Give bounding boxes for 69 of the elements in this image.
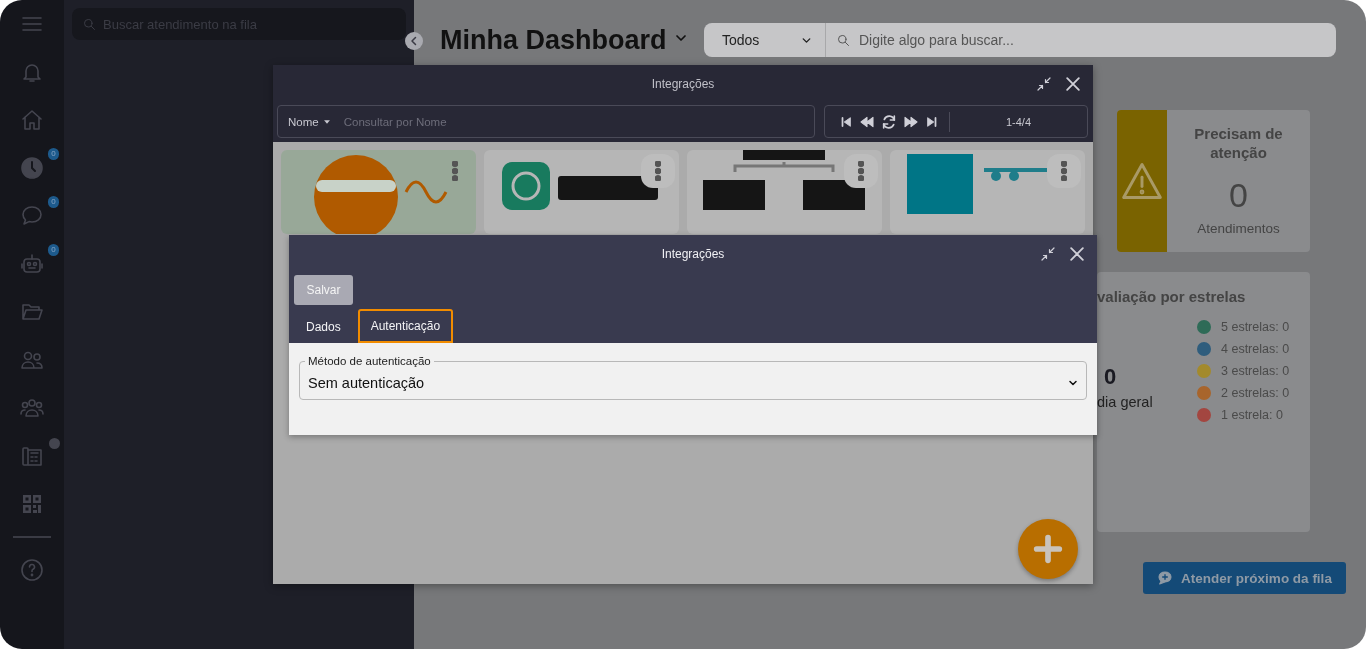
chat-plus-icon [1157, 570, 1174, 586]
card-title: Precisam de atenção [1193, 124, 1284, 162]
chat-bubble-icon [20, 204, 44, 228]
count-caption: Atendimentos [1197, 221, 1280, 236]
minimize-button[interactable] [1039, 245, 1057, 263]
minimize-button[interactable] [1035, 75, 1053, 93]
legend-label: 1 estrela: 0 [1221, 408, 1283, 422]
close-icon [1063, 74, 1083, 94]
kebab-icon [1061, 161, 1067, 181]
kebab-icon [452, 161, 458, 181]
qr-button[interactable] [20, 492, 44, 516]
dashboard-title: Minha Dashboard [440, 24, 667, 56]
window-title: Integrações [661, 247, 725, 261]
add-button[interactable] [1018, 519, 1078, 579]
clock-icon [20, 156, 44, 180]
group-icon [20, 396, 44, 420]
home-icon [20, 108, 44, 132]
filter-select[interactable]: Todos [704, 23, 826, 57]
close-icon [1067, 244, 1087, 264]
group-button[interactable] [20, 396, 44, 420]
close-button[interactable] [1063, 74, 1083, 94]
field-label: Método de autenticação [305, 354, 434, 368]
kebab-icon [655, 161, 661, 181]
refresh-icon [881, 113, 897, 130]
home-button[interactable] [20, 108, 44, 132]
legend-label: 2 estrelas: 0 [1221, 386, 1290, 400]
close-button[interactable] [1067, 244, 1087, 264]
tab[interactable]: Autenticação [357, 309, 454, 343]
first-page-icon [839, 114, 853, 129]
tab[interactable]: Dados [293, 309, 354, 343]
window-title: Integrações [651, 77, 715, 91]
attention-count: 0 [1229, 176, 1248, 215]
legend-label: 3 estrelas: 0 [1221, 364, 1290, 378]
integration-search-field[interactable]: Nome Consultar por Nome [277, 105, 815, 138]
qr-code-icon [20, 492, 44, 516]
help-icon [20, 558, 44, 582]
page-range: 1-4/4 [1004, 115, 1033, 128]
card-title: valiação por estrelas [1097, 288, 1246, 305]
collapse-button[interactable] [405, 32, 423, 50]
search-icon [82, 16, 97, 32]
kebab-icon [858, 161, 864, 181]
compress-icon [1035, 75, 1053, 93]
first-page-button[interactable] [839, 114, 853, 129]
more-button[interactable] [1047, 154, 1081, 188]
last-page-icon [925, 114, 939, 129]
clock-button[interactable] [20, 156, 44, 180]
robot-icon [20, 252, 44, 276]
chat-button[interactable] [20, 204, 44, 228]
legend-label: 4 estrelas: 0 [1221, 342, 1290, 356]
field-dropdown[interactable]: Nome [288, 115, 332, 128]
last-page-button[interactable] [925, 114, 939, 129]
plus-icon [1031, 532, 1065, 566]
dashboard-search-field[interactable]: Digite algo para buscar... [826, 23, 1336, 57]
count-badge: 0 [48, 148, 59, 160]
average-value: 0 [1103, 364, 1118, 390]
more-button[interactable] [641, 154, 675, 188]
search-icon [836, 32, 851, 48]
refresh-button[interactable] [881, 113, 897, 130]
help-button[interactable] [20, 558, 44, 582]
average-label: dia geral [1097, 394, 1154, 410]
count-badge: 0 [48, 244, 59, 256]
phone-button[interactable] [20, 444, 44, 468]
count-badge: 0 [48, 196, 59, 208]
more-button[interactable] [844, 154, 878, 188]
robot-button[interactable] [20, 252, 44, 276]
desk-phone-icon [20, 444, 44, 468]
status-dot [49, 438, 60, 449]
compress-icon [1039, 245, 1057, 263]
legend-label: 5 estrelas: 0 [1221, 320, 1290, 334]
